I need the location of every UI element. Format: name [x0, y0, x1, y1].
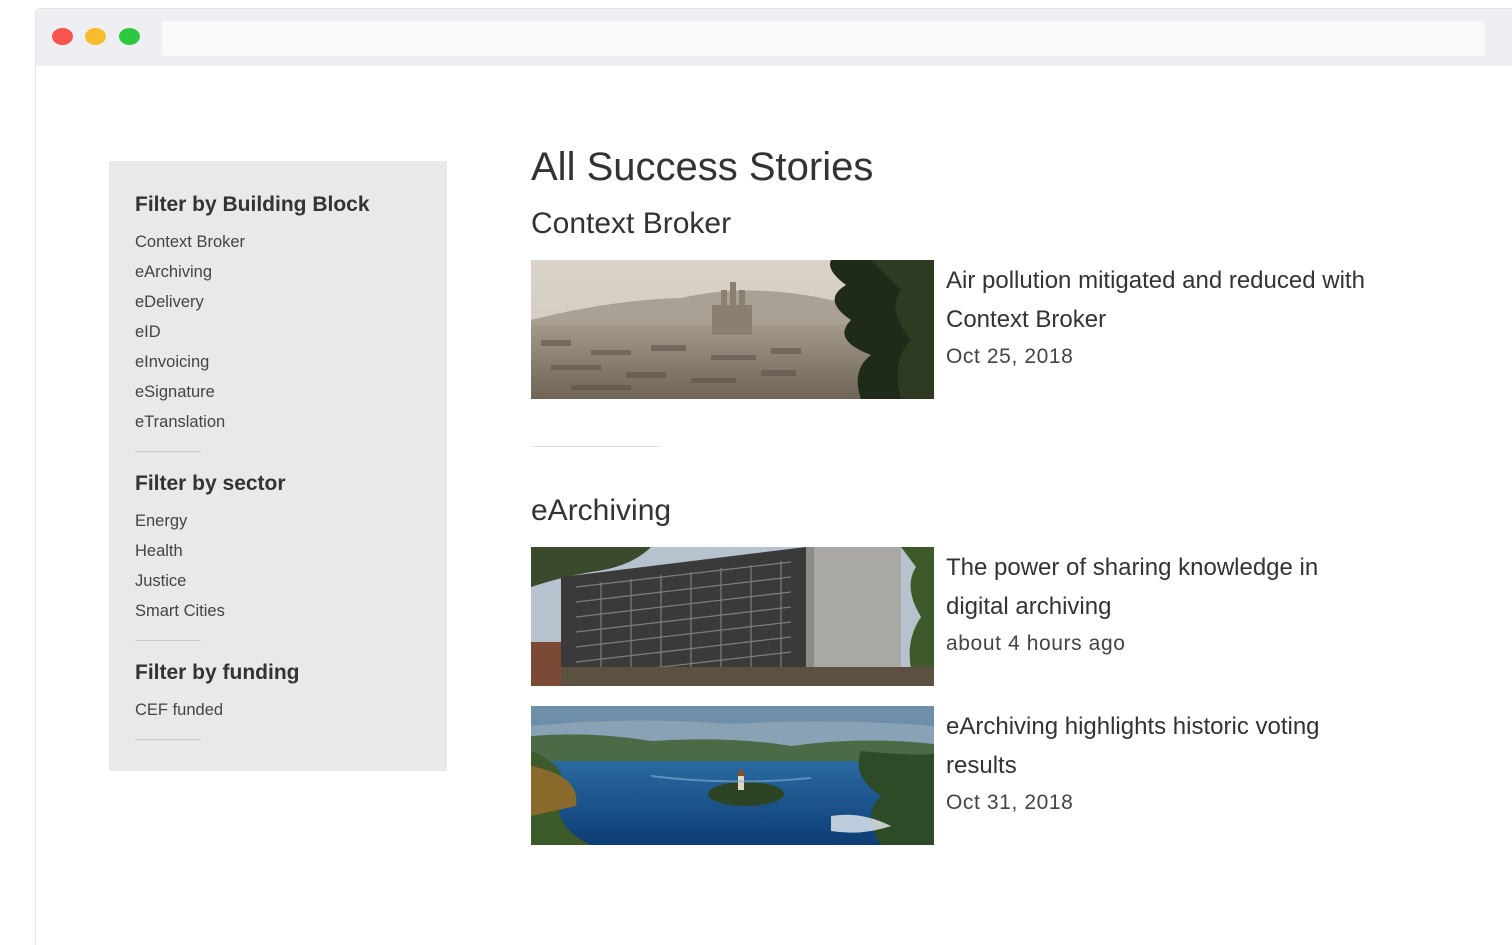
filter-item-earchiving[interactable]: eArchiving — [135, 257, 421, 287]
filter-divider — [135, 640, 201, 641]
stories-main: All Success Stories Context Broker Air p… — [531, 140, 1431, 846]
story-card[interactable]: The power of sharing knowledge in digita… — [531, 547, 1431, 687]
filter-heading-funding: Filter by funding — [135, 661, 300, 684]
maximize-window-button[interactable] — [119, 28, 140, 45]
filter-item-eid[interactable]: eID — [135, 317, 421, 347]
story-card[interactable]: eArchiving highlights historic voting re… — [531, 706, 1431, 846]
story-date: about 4 hours ago — [946, 632, 1126, 655]
section-title-context-broker: Context Broker — [531, 207, 732, 240]
page-title: All Success Stories — [531, 145, 874, 189]
story-text: Air pollution mitigated and reduced with… — [946, 260, 1366, 373]
filter-item-smart-cities[interactable]: Smart Cities — [135, 596, 421, 626]
story-text: The power of sharing knowledge in digita… — [946, 547, 1366, 660]
minimize-window-button[interactable] — [85, 28, 106, 45]
address-bar[interactable] — [162, 21, 1485, 56]
filter-divider — [135, 451, 201, 452]
close-window-button[interactable] — [52, 28, 73, 45]
section-divider — [531, 446, 661, 447]
story-title[interactable]: Air pollution mitigated and reduced with… — [946, 261, 1366, 339]
story-title[interactable]: eArchiving highlights historic voting re… — [946, 707, 1366, 785]
filter-item-context-broker[interactable]: Context Broker — [135, 227, 421, 257]
filter-item-justice[interactable]: Justice — [135, 566, 421, 596]
filter-item-energy[interactable]: Energy — [135, 506, 421, 536]
filter-heading-building-block: Filter by Building Block — [135, 193, 370, 216]
filter-item-cef-funded[interactable]: CEF funded — [135, 695, 421, 725]
story-title[interactable]: The power of sharing knowledge in digita… — [946, 548, 1366, 626]
filter-heading-sector: Filter by sector — [135, 472, 286, 495]
story-thumbnail-city[interactable] — [531, 260, 934, 399]
title-bar — [36, 9, 1512, 66]
story-card[interactable]: Air pollution mitigated and reduced with… — [531, 260, 1431, 400]
story-text: eArchiving highlights historic voting re… — [946, 706, 1366, 819]
filter-sidebar: Filter by Building Block Context Broker … — [109, 161, 447, 771]
filter-item-etranslation[interactable]: eTranslation — [135, 407, 421, 437]
section-title-earchiving: eArchiving — [531, 494, 672, 527]
filter-item-esignature[interactable]: eSignature — [135, 377, 421, 407]
filter-item-health[interactable]: Health — [135, 536, 421, 566]
filter-item-edelivery[interactable]: eDelivery — [135, 287, 421, 317]
filter-item-einvoicing[interactable]: eInvoicing — [135, 347, 421, 377]
story-date: Oct 25, 2018 — [946, 345, 1074, 368]
story-thumbnail-building[interactable] — [531, 547, 934, 686]
story-date: Oct 31, 2018 — [946, 791, 1074, 814]
story-thumbnail-lake[interactable] — [531, 706, 934, 845]
filter-divider — [135, 739, 201, 740]
